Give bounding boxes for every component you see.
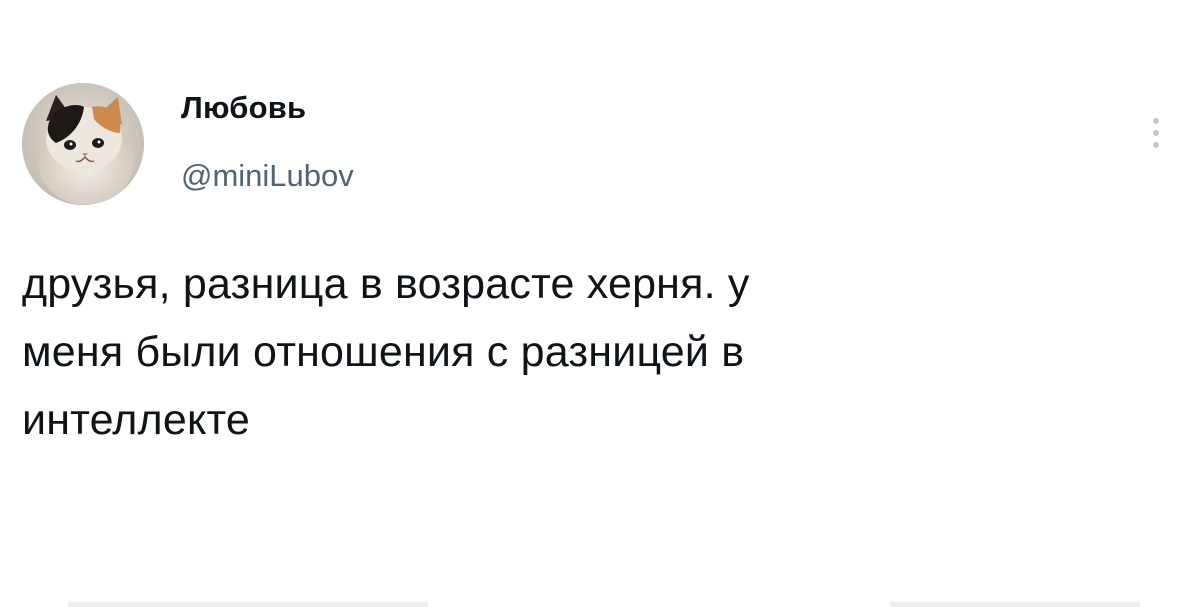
avatar[interactable] bbox=[22, 83, 144, 205]
tweet-card: Любовь @miniLubov друзья, разница в возр… bbox=[0, 0, 1200, 607]
author-display-name[interactable]: Любовь bbox=[181, 90, 306, 126]
author-handle[interactable]: @miniLubov bbox=[181, 158, 354, 194]
divider bbox=[68, 602, 428, 607]
more-options-button[interactable] bbox=[1140, 108, 1172, 158]
more-vertical-icon bbox=[1153, 118, 1159, 148]
tweet-text: друзья, разница в возрасте херня. у меня… bbox=[22, 250, 1142, 454]
tweet-text-line: интеллекте bbox=[22, 396, 250, 444]
tweet-text-line: друзья, разница в возрасте херня. у bbox=[22, 260, 750, 308]
kitten-avatar-icon bbox=[22, 83, 144, 205]
tweet-text-line: меня были отношения с разницей в bbox=[22, 328, 745, 376]
divider bbox=[890, 602, 1140, 607]
